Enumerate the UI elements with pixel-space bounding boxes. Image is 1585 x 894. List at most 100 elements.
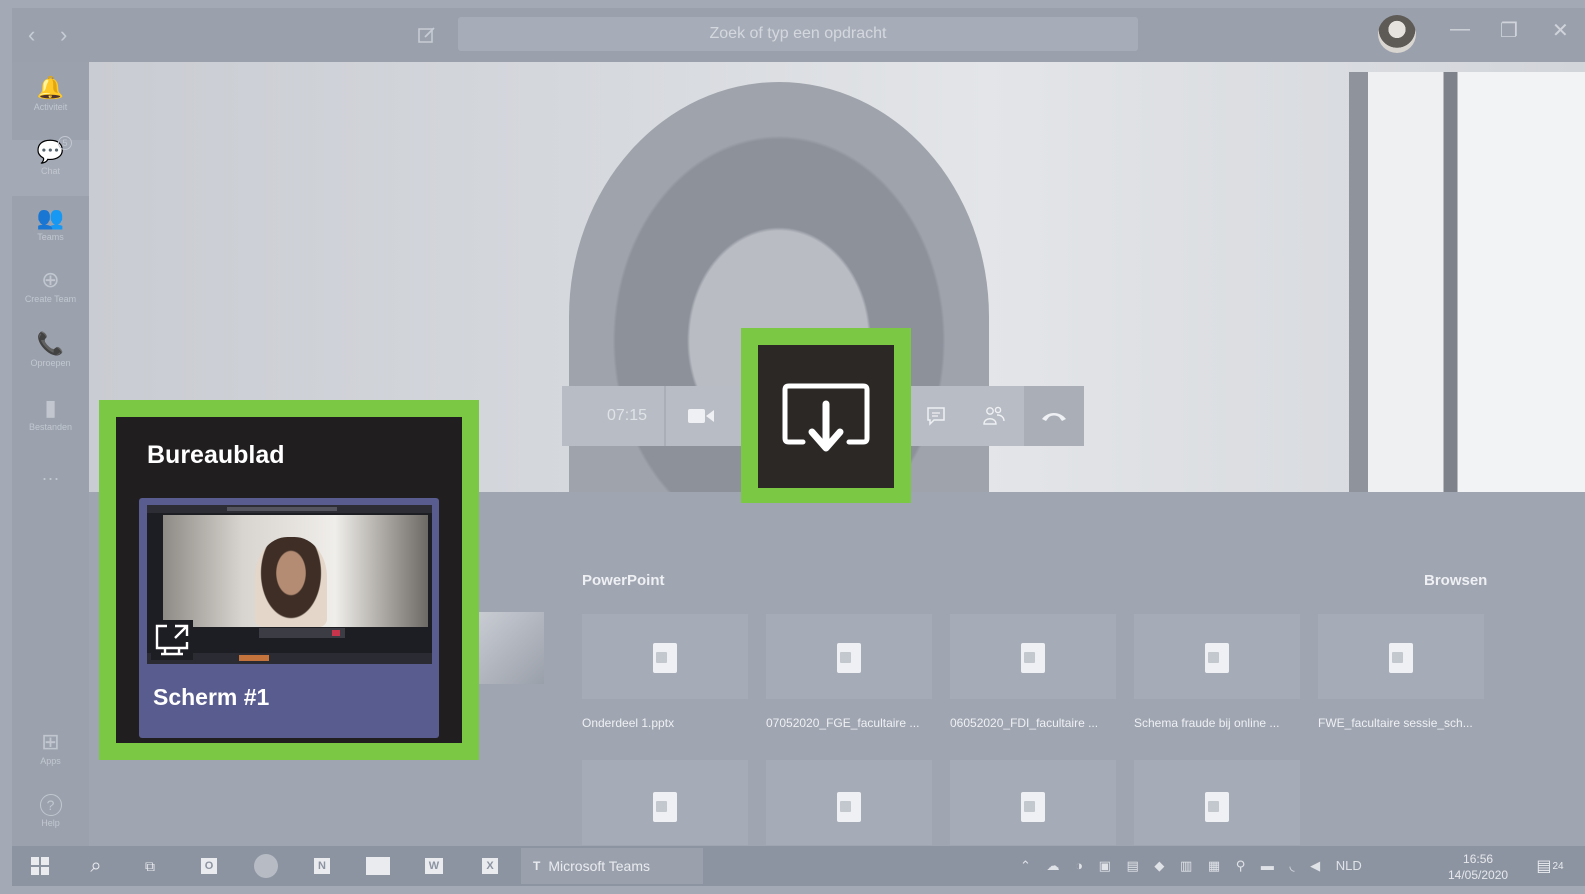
- more-apps-button[interactable]: ···: [12, 468, 89, 489]
- powerpoint-file-icon: [837, 792, 861, 822]
- taskbar-microsoft-teams[interactable]: T Microsoft Teams: [521, 848, 703, 884]
- teams-icon: 👥: [36, 205, 65, 230]
- rail-label: Activiteit: [33, 102, 68, 112]
- browse-button[interactable]: Browsen: [1424, 572, 1487, 589]
- powerpoint-file-icon: [1021, 643, 1045, 673]
- taskbar-app-label: Microsoft Teams: [548, 858, 651, 874]
- file-tile[interactable]: [582, 760, 748, 845]
- back-icon[interactable]: ‹: [28, 22, 35, 48]
- file-tile[interactable]: [1134, 760, 1300, 845]
- share-button[interactable]: [758, 345, 894, 488]
- file-name: 06052020_FDI_facultaire ...: [950, 716, 1099, 730]
- rail-item-calls[interactable]: 📞 Oproepen: [12, 331, 89, 369]
- file-name: FWE_facultaire sessie_sch...: [1318, 716, 1473, 730]
- rail-label: Teams: [37, 232, 64, 242]
- window-thumbnail[interactable]: [478, 612, 544, 684]
- close-button[interactable]: ✕: [1552, 18, 1569, 43]
- file-tile[interactable]: [1318, 614, 1484, 699]
- clock-time: 16:56: [1463, 852, 1494, 866]
- apps-icon: ⊞: [41, 729, 60, 754]
- rail-item-apps[interactable]: ⊞ Apps: [12, 729, 89, 767]
- help-icon: ?: [39, 794, 62, 816]
- file-tile[interactable]: [766, 614, 932, 699]
- chat-bubble-icon: [927, 407, 945, 426]
- file-tile[interactable]: [950, 760, 1116, 845]
- camera-button[interactable]: [666, 386, 736, 446]
- powerpoint-file-icon: [1389, 643, 1413, 673]
- minimize-button[interactable]: —: [1450, 18, 1470, 41]
- search-taskbar-icon[interactable]: ⌕: [78, 848, 114, 884]
- powerpoint-heading: PowerPoint: [582, 572, 665, 589]
- rail-item-files[interactable]: ▮ Bestanden: [12, 395, 89, 433]
- restore-button[interactable]: ❐: [1500, 18, 1518, 43]
- background-window: [1349, 72, 1585, 492]
- file-tile[interactable]: [582, 614, 748, 699]
- notification-count: 24: [1552, 860, 1564, 872]
- file-tile[interactable]: [950, 614, 1116, 699]
- language-indicator[interactable]: NLD: [1336, 858, 1362, 873]
- rail-item-create-team[interactable]: ⊕ Create Team: [12, 267, 89, 305]
- teams-icon: T: [533, 859, 541, 873]
- screen-label: Scherm #1: [153, 684, 270, 710]
- phone-icon: 📞: [36, 331, 65, 356]
- notification-icon: ▤: [1536, 858, 1552, 875]
- rail-label: Apps: [40, 756, 61, 766]
- chat-badge: 5: [58, 136, 72, 150]
- rail-label: Create Team: [24, 294, 77, 304]
- avatar[interactable]: [1378, 15, 1416, 53]
- rail-label: Bestanden: [28, 422, 73, 432]
- clock-date: 14/05/2020: [1448, 868, 1509, 882]
- preview-task: [239, 655, 269, 661]
- outlook-icon[interactable]: O: [188, 848, 230, 884]
- onenote-icon[interactable]: N: [302, 848, 342, 884]
- participants-button[interactable]: [976, 386, 1012, 446]
- powerpoint-file-icon: [1021, 792, 1045, 822]
- powerpoint-file-icon: [653, 792, 677, 822]
- rail-label: Chat: [40, 166, 60, 176]
- compose-icon[interactable]: [416, 24, 438, 46]
- powerpoint-file-icon: [837, 643, 861, 673]
- chrome-icon[interactable]: [246, 848, 286, 884]
- rail-item-chat[interactable]: 💬 Chat 5: [12, 136, 89, 196]
- forward-icon[interactable]: ›: [60, 22, 67, 48]
- rail-label: Help: [41, 818, 60, 828]
- app-rail: 🔔 Activiteit 💬 Chat 5 👥 Teams ⊕ Create T…: [12, 62, 89, 846]
- camera-icon: [688, 409, 714, 423]
- file-name: Onderdeel 1.pptx: [582, 716, 675, 730]
- hangup-icon: [1042, 413, 1066, 421]
- rail-label: Oproepen: [30, 358, 71, 368]
- participants-icon: [983, 406, 1005, 425]
- file-tile[interactable]: [1134, 614, 1300, 699]
- file-icon: ▮: [44, 395, 57, 420]
- windows-icon: [31, 857, 49, 875]
- file-explorer-icon[interactable]: [358, 848, 398, 884]
- file-tile[interactable]: [766, 760, 932, 845]
- bell-icon: 🔔: [36, 75, 65, 100]
- system-tray[interactable]: ⌃ ☁ ◑ ▣ ▤ ◆ ▥ ▦ ⚲ ▬ ◟ ◀ NLD: [1020, 858, 1362, 874]
- notifications-button[interactable]: ▤ 24: [1532, 848, 1568, 884]
- powerpoint-file-icon: [1205, 643, 1229, 673]
- task-view-icon[interactable]: ⧉: [132, 848, 168, 884]
- word-icon[interactable]: W: [414, 848, 454, 884]
- taskbar-clock[interactable]: 16:56 14/05/2020: [1448, 851, 1508, 883]
- excel-icon[interactable]: X: [470, 848, 510, 884]
- rail-item-help[interactable]: ? Help: [12, 794, 89, 828]
- chat-icon: 💬: [36, 139, 65, 164]
- chat-button[interactable]: [918, 386, 954, 446]
- plus-icon: ⊕: [41, 267, 60, 292]
- share-tray-icon: [782, 383, 870, 451]
- rail-item-activity[interactable]: 🔔 Activiteit: [12, 75, 89, 113]
- powerpoint-file-icon: [1205, 792, 1229, 822]
- powerpoint-file-icon: [653, 643, 677, 673]
- call-timer: 07:15: [606, 407, 648, 424]
- preview-person: [255, 537, 327, 627]
- file-name: 07052020_FGE_facultaire ...: [766, 716, 920, 730]
- rail-item-teams[interactable]: 👥 Teams: [12, 205, 89, 243]
- popup-title: Bureaublad: [147, 441, 285, 469]
- preview-search: [227, 507, 337, 511]
- tray-icons: ⌃ ☁ ◑ ▣ ▤ ◆ ▥ ▦ ⚲ ▬ ◟ ◀: [1020, 858, 1327, 873]
- hangup-button[interactable]: [1024, 386, 1084, 446]
- file-name: Schema fraude bij online ...: [1134, 716, 1280, 730]
- search-input[interactable]: Zoek of typ een opdracht: [458, 17, 1138, 51]
- windows-start-button[interactable]: [22, 848, 58, 884]
